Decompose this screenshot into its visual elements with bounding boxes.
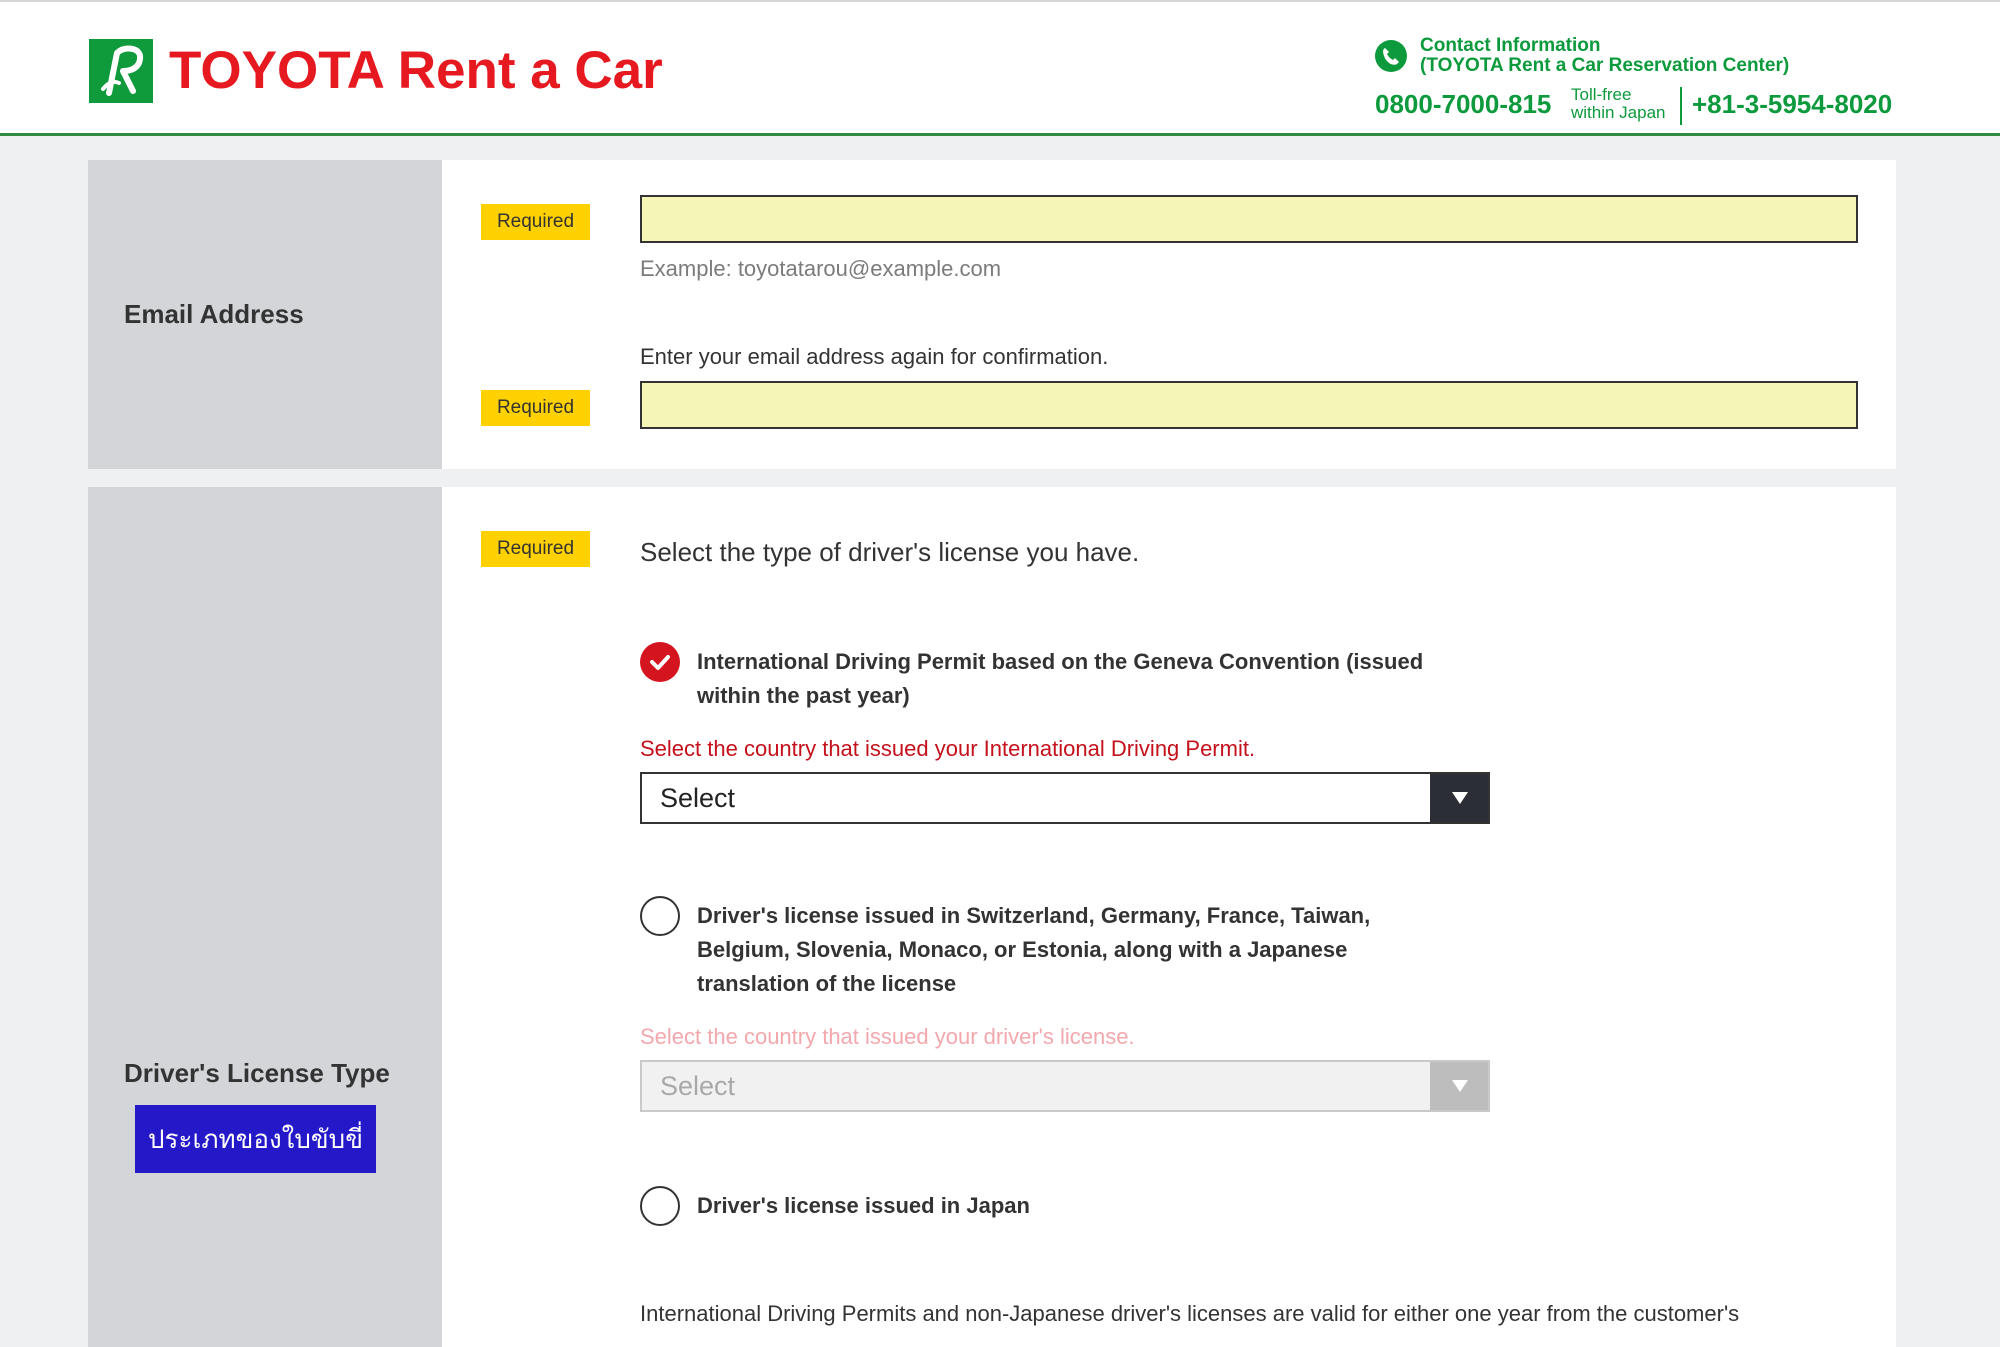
logo-text: TOYOTA Rent a Car xyxy=(169,41,663,100)
license-country-select[interactable]: Select xyxy=(640,1060,1490,1112)
domestic-phone-link[interactable]: 0800-7000-815 xyxy=(1375,84,1551,124)
logo-r-mark-icon xyxy=(89,39,153,103)
option-label-line: Driver's license issued in Switzerland, … xyxy=(697,903,1371,928)
radio-international-permit[interactable] xyxy=(640,642,680,682)
tollfree-line2: within Japan xyxy=(1571,103,1666,122)
chevron-down-icon xyxy=(1430,1062,1488,1110)
thai-translation-button[interactable]: ประเภทของใบขับขี่ xyxy=(135,1105,376,1173)
chevron-down-icon xyxy=(1430,774,1488,822)
license-country-prompt: Select the country that issued your driv… xyxy=(640,1024,1135,1049)
option-label-line: Belgium, Slovenia, Monaco, or Estonia, a… xyxy=(697,937,1348,962)
option-label-line: translation of the license xyxy=(697,971,957,996)
toyota-rent-a-car-logo[interactable]: TOYOTA Rent a Car xyxy=(89,38,663,104)
email-section: Email Address Required Example: toyotata… xyxy=(88,160,1896,469)
checkmark-icon xyxy=(650,655,670,670)
confirm-email-instruction: Enter your email address again for confi… xyxy=(640,344,1109,369)
required-badge: Required xyxy=(481,390,590,426)
tollfree-line1: Toll-free xyxy=(1571,85,1632,104)
option-foreign-license-label[interactable]: Driver's license issued in Switzerland, … xyxy=(697,899,1370,1001)
option-label-line: Driver's license issued in Japan xyxy=(697,1193,1030,1218)
required-badge: Required xyxy=(481,531,590,567)
option-label-line: International Driving Permit based on th… xyxy=(697,649,1424,674)
permit-country-prompt: Select the country that issued your Inte… xyxy=(640,736,1256,761)
confirm-email-input[interactable] xyxy=(640,381,1858,429)
option-label-line: within the past year) xyxy=(697,683,910,708)
email-input[interactable] xyxy=(640,195,1858,243)
select-value: Select xyxy=(660,1071,736,1101)
select-value: Select xyxy=(660,783,736,813)
phone-icon xyxy=(1375,40,1407,72)
radio-japanese-license[interactable] xyxy=(640,1186,680,1226)
tollfree-note: Toll-free within Japan xyxy=(1571,86,1666,122)
international-phone-link[interactable]: +81-3-5954-8020 xyxy=(1692,84,1892,124)
validity-footnote: International Driving Permits and non-Ja… xyxy=(640,1301,1740,1326)
phone-numbers: 0800-7000-815 Toll-free within Japan +81… xyxy=(1375,84,1975,125)
contact-title-line1: Contact Information xyxy=(1420,35,1601,56)
license-label-column: Driver's License Type xyxy=(88,487,442,1347)
required-badge: Required xyxy=(481,204,590,240)
email-address-label: Email Address xyxy=(124,299,304,329)
license-type-label: Driver's License Type xyxy=(124,1058,390,1088)
phone-divider xyxy=(1680,87,1682,125)
contact-title-line2: (TOYOTA Rent a Car Reservation Center) xyxy=(1420,55,1790,76)
permit-country-select[interactable]: Select xyxy=(640,772,1490,824)
email-example-hint: Example: toyotatarou@example.com xyxy=(640,256,1002,281)
license-type-section: Driver's License Type ประเภทของใบขับขี่ … xyxy=(88,487,1896,1347)
option-japanese-license-label[interactable]: Driver's license issued in Japan xyxy=(697,1189,1030,1223)
contact-title: Contact Information (TOYOTA Rent a Car R… xyxy=(1420,36,1789,76)
email-label-column: Email Address xyxy=(88,160,442,469)
option-international-permit-label[interactable]: International Driving Permit based on th… xyxy=(697,645,1423,713)
license-type-prompt: Select the type of driver's license you … xyxy=(640,537,1140,567)
site-header: TOYOTA Rent a Car Contact Information (T… xyxy=(0,2,2000,136)
radio-foreign-license-with-translation[interactable] xyxy=(640,896,680,936)
